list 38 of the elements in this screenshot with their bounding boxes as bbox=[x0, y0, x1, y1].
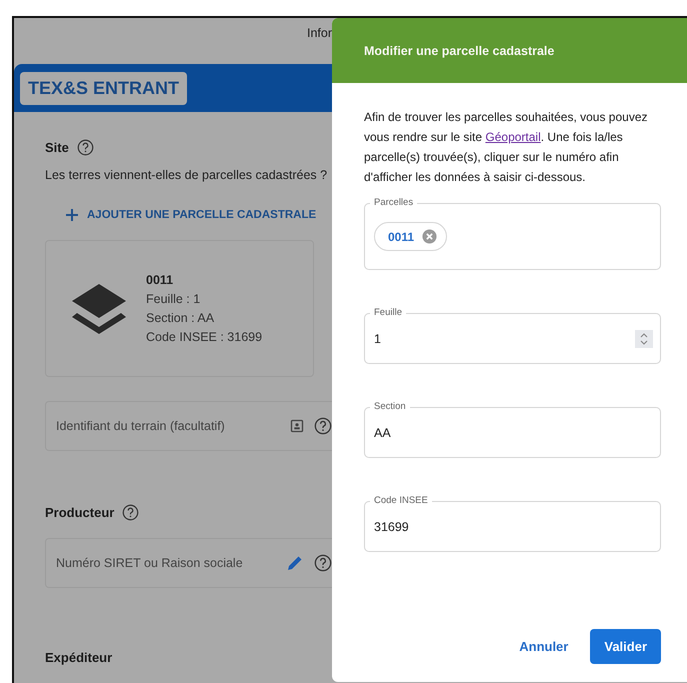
field-value: AA bbox=[374, 426, 392, 440]
form-field[interactable]: Code INSEE 31699 bbox=[364, 494, 661, 552]
geoportail-link[interactable]: Géoportail bbox=[485, 130, 541, 144]
help-icon[interactable] bbox=[314, 417, 332, 435]
parcel-detail: Section : AA bbox=[146, 311, 216, 325]
section-tag: TEX&S ENTRANT bbox=[20, 72, 188, 104]
form-field[interactable]: Section AA bbox=[364, 400, 661, 458]
help-icon[interactable] bbox=[76, 138, 94, 156]
parcel-number: 0011 bbox=[146, 273, 174, 287]
plus-icon bbox=[65, 208, 79, 222]
form-field[interactable]: Parcelles 0011 bbox=[364, 196, 661, 270]
section-title: Site bbox=[45, 140, 69, 154]
parcel-detail: Code INSEE : 31699 bbox=[146, 330, 262, 344]
section-title: Expéditeur bbox=[45, 650, 112, 664]
confirm-button[interactable]: Valider bbox=[590, 629, 661, 664]
field-value: 1 bbox=[374, 332, 382, 346]
field-placeholder: Numéro SIRET ou Raison sociale bbox=[56, 556, 244, 570]
question-text: Les terres viennent-elles de parcelles cadastrées ? bbox=[45, 168, 328, 182]
cancel-button[interactable]: Annuler bbox=[519, 631, 568, 662]
id-card-icon[interactable] bbox=[290, 419, 304, 433]
pencil-icon[interactable] bbox=[286, 554, 304, 572]
intro-paragraph: Afin de trouver les parcelles souhaitées, vous pouvez vous rendre sur le site Géoportail. Une fois la/les parcelle(s) trouvée(s), cliquer sur le numéro afin d'afficher les données à saisir ci-dessous. bbox=[364, 109, 648, 186]
parcel-card[interactable]: 0011 Feuille : 1 Section : AA Code INSEE : 31699 bbox=[45, 240, 314, 377]
remove-icon[interactable] bbox=[422, 229, 438, 244]
section-title: Producteur bbox=[45, 504, 114, 520]
parcel-detail: Feuille : 1 bbox=[146, 292, 202, 306]
terrain-id-field[interactable]: Identifiant du terrain (facultatif) bbox=[45, 401, 332, 451]
field-value: 31699 bbox=[374, 520, 410, 534]
nav-tab-label[interactable]: Infor bbox=[306, 26, 332, 40]
field-placeholder: Identifiant du terrain (facultatif) bbox=[56, 419, 226, 433]
add-parcel-button[interactable]: AJOUTER UNE PARCELLE CADASTRALE bbox=[65, 204, 316, 226]
parcel-chip[interactable]: 0011 bbox=[374, 222, 448, 251]
siret-field[interactable]: Numéro SIRET ou Raison sociale bbox=[45, 538, 332, 588]
help-icon[interactable] bbox=[122, 504, 140, 520]
stepper-icon[interactable] bbox=[635, 330, 653, 348]
form-field[interactable]: Feuille 1 bbox=[364, 306, 661, 364]
dialog-title: Modifier une parcelle cadastrale bbox=[364, 44, 554, 58]
help-icon[interactable] bbox=[314, 554, 332, 572]
